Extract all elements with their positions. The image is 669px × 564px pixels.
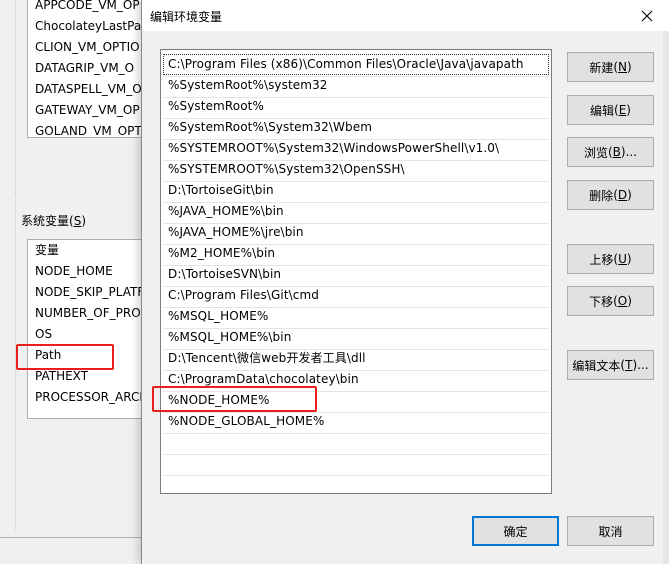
new-button-accel: (N): [613, 60, 632, 74]
list-item[interactable]: GATEWAY_VM_OP: [28, 100, 156, 121]
delete-button-accel: (D): [613, 188, 632, 202]
move-down-button[interactable]: 下移 (O): [567, 286, 654, 316]
new-button-label: 新建: [589, 60, 614, 75]
edit-button-accel: (E): [614, 103, 631, 117]
column-header-variable[interactable]: 变量: [28, 240, 156, 261]
system-variables-list[interactable]: 变量 NODE_HOME NODE_SKIP_PLATF NUMBER_OF_P…: [27, 239, 157, 419]
delete-button[interactable]: 删除 (D): [567, 180, 654, 210]
list-item[interactable]: %SYSTEMROOT%\System32\OpenSSH\: [163, 159, 405, 180]
browse-button-accel: (B)...: [607, 145, 638, 159]
edit-text-button[interactable]: 编辑文本 (T)...: [567, 350, 654, 380]
move-up-button-accel: (U): [613, 252, 632, 266]
row-divider: [163, 454, 549, 455]
edit-text-button-label: 编辑文本: [572, 358, 621, 373]
list-item[interactable]: %SYSTEMROOT%\System32\WindowsPowerShell\…: [163, 138, 499, 159]
cancel-button[interactable]: 取消: [567, 516, 654, 546]
list-item[interactable]: %JAVA_HOME%\bin: [163, 201, 284, 222]
list-item[interactable]: %M2_HOME%\bin: [163, 243, 275, 264]
path-entries-list[interactable]: C:\Program Files (x86)\Common Files\Orac…: [160, 49, 552, 494]
list-item[interactable]: C:\Program Files (x86)\Common Files\Orac…: [163, 54, 549, 75]
node-home-highlight-box: [152, 386, 317, 412]
edit-button[interactable]: 编辑 (E): [567, 95, 654, 125]
title-bar[interactable]: 编辑环境变量: [142, 0, 669, 31]
move-up-button-label: 上移: [589, 252, 614, 267]
dialog-title: 编辑环境变量: [150, 10, 223, 24]
list-item[interactable]: ChocolateyLastPat: [28, 16, 156, 37]
cancel-button-label: 取消: [598, 524, 623, 539]
list-item[interactable]: APPCODE_VM_OP: [28, 0, 156, 16]
list-item[interactable]: D:\TortoiseGit\bin: [163, 180, 274, 201]
edit-text-button-accel: (T)...: [620, 358, 649, 372]
ok-button[interactable]: 确定: [472, 516, 559, 546]
window-right-edge: [663, 31, 669, 564]
list-item[interactable]: %SystemRoot%\System32\Wbem: [163, 117, 372, 138]
list-item[interactable]: NODE_SKIP_PLATF: [28, 282, 156, 303]
system-variables-label-text: 系统变量: [21, 214, 70, 228]
list-item[interactable]: DATASPELL_VM_O: [28, 79, 156, 100]
path-highlight-box: [16, 344, 114, 370]
delete-button-label: 删除: [589, 188, 614, 203]
edit-button-label: 编辑: [590, 103, 615, 118]
list-item[interactable]: %SystemRoot%\system32: [163, 75, 328, 96]
close-icon: [641, 10, 653, 21]
system-variables-accel: (S): [69, 214, 87, 228]
parent-bottom-border: [0, 537, 142, 538]
list-item[interactable]: C:\Program Files\Git\cmd: [163, 285, 319, 306]
list-item[interactable]: PROCESSOR_ARCH: [28, 387, 156, 408]
list-item[interactable]: %JAVA_HOME%\jre\bin: [163, 222, 304, 243]
list-item[interactable]: NODE_HOME: [28, 261, 156, 282]
browse-button-label: 浏览: [583, 145, 608, 160]
close-button[interactable]: [624, 0, 669, 31]
parent-frame-line: [15, 0, 16, 198]
new-button[interactable]: 新建 (N): [567, 52, 654, 82]
user-variables-list[interactable]: APPCODE_VM_OP ChocolateyLastPat CLION_VM…: [27, 0, 157, 138]
system-variables-label: 系统变量(S): [21, 212, 86, 229]
row-divider: [163, 475, 549, 476]
move-up-button[interactable]: 上移 (U): [567, 244, 654, 274]
list-item[interactable]: OS: [28, 324, 156, 345]
list-item[interactable]: %MSQL_HOME%\bin: [163, 327, 291, 348]
list-item[interactable]: D:\Tencent\微信web开发者工具\dll: [163, 348, 366, 369]
move-down-button-label: 下移: [589, 294, 614, 309]
edit-env-var-dialog: 编辑环境变量 C:\Program Files (x86)\Common Fil…: [141, 0, 669, 564]
move-down-button-accel: (O): [613, 294, 632, 308]
row-divider: [163, 433, 549, 434]
list-item[interactable]: GOLAND_VM_OPT: [28, 121, 156, 137]
list-item[interactable]: %MSQL_HOME%: [163, 306, 268, 327]
browse-button[interactable]: 浏览 (B)...: [567, 137, 654, 167]
list-item[interactable]: %SystemRoot%: [163, 96, 264, 117]
list-item[interactable]: CLION_VM_OPTIO: [28, 37, 156, 58]
list-item[interactable]: NUMBER_OF_PRO: [28, 303, 156, 324]
list-item[interactable]: %NODE_GLOBAL_HOME%: [163, 411, 324, 432]
ok-button-label: 确定: [503, 524, 528, 539]
list-item[interactable]: D:\TortoiseSVN\bin: [163, 264, 281, 285]
list-item[interactable]: DATAGRIP_VM_O: [28, 58, 156, 79]
